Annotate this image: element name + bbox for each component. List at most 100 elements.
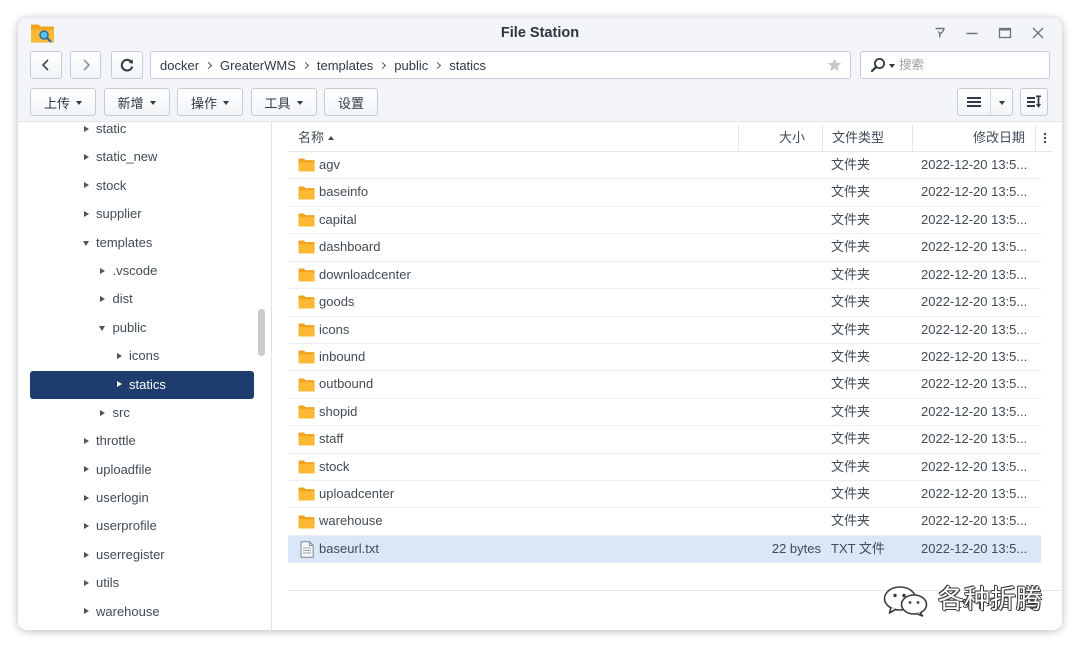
expand-arrow-icon[interactable] (100, 267, 105, 274)
collapse-arrow-icon[interactable] (99, 325, 105, 331)
view-mode-button[interactable] (957, 88, 1013, 116)
path-segment[interactable]: GreaterWMS (220, 58, 296, 73)
tree-item[interactable]: utils (30, 569, 254, 597)
search-icon[interactable] (870, 57, 886, 73)
tree-item[interactable]: stock (30, 172, 254, 200)
file-list-header: 名称 大小 文件类型 修改日期 (288, 125, 1053, 152)
caret-down-icon[interactable] (889, 64, 895, 68)
file-row[interactable]: shopid 文件夹 2022-12-20 13:5... (288, 399, 1041, 427)
expand-arrow-icon[interactable] (116, 381, 122, 388)
collapse-arrow-icon[interactable] (82, 240, 89, 246)
tree-scrollbar[interactable] (258, 309, 265, 356)
tree-item[interactable]: dist (30, 285, 254, 313)
tree-item[interactable]: templates (30, 229, 254, 257)
sort-button[interactable] (1020, 88, 1048, 116)
file-modified: 2022-12-20 13:5... (921, 486, 1028, 502)
back-button[interactable] (30, 51, 62, 79)
tree-item[interactable]: static_new (30, 143, 254, 171)
column-menu-icon[interactable] (1035, 125, 1053, 151)
create-button[interactable]: 新增 (103, 88, 170, 116)
file-size (738, 481, 822, 507)
tree-item[interactable]: userregister (30, 541, 254, 569)
file-row[interactable]: uploadcenter 文件夹 2022-12-20 13:5... (288, 481, 1041, 509)
tree-item-label: supplier (96, 206, 142, 222)
tree-item[interactable]: statics (30, 370, 254, 399)
forward-button[interactable] (70, 51, 101, 79)
tree-item[interactable]: uploadfile (30, 456, 254, 484)
list-view-button[interactable] (958, 89, 990, 115)
expand-arrow-icon[interactable] (83, 608, 89, 615)
tools-button[interactable]: 工具 (250, 88, 317, 116)
expand-arrow-icon[interactable] (83, 182, 89, 189)
tree-item[interactable]: warehouse (30, 598, 254, 626)
tree-item[interactable]: icons (30, 342, 254, 370)
file-name-cell: dashboard (288, 234, 738, 260)
column-header-size[interactable]: 大小 (738, 125, 822, 151)
file-modified: 2022-12-20 13:5... (921, 376, 1028, 392)
tree-item[interactable]: public (30, 314, 254, 342)
path-segment[interactable]: docker (160, 58, 199, 73)
close-icon[interactable] (1031, 26, 1045, 40)
view-mode-dropdown[interactable] (990, 89, 1012, 115)
expand-arrow-icon[interactable] (100, 296, 105, 303)
path-segment[interactable]: public (394, 58, 428, 73)
path-segment[interactable]: statics (449, 58, 486, 73)
file-row[interactable]: baseurl.txt 22 bytes TXT 文件 2022-12-20 13:5… (288, 535, 1041, 564)
folder-icon (298, 185, 315, 200)
chevron-right-icon (379, 61, 387, 69)
file-name-cell: inbound (288, 344, 738, 370)
file-row[interactable]: staff 文件夹 2022-12-20 13:5... (288, 426, 1041, 454)
column-header-modified[interactable]: 修改日期 (912, 125, 1035, 151)
tree-item-label: static (96, 122, 127, 136)
file-row[interactable]: inbound 文件夹 2022-12-20 13:5... (288, 344, 1041, 372)
expand-arrow-icon[interactable] (83, 466, 89, 473)
file-row[interactable]: goods 文件夹 2022-12-20 13:5... (288, 289, 1041, 317)
tree-item[interactable]: src (30, 399, 254, 427)
maximize-icon[interactable] (998, 26, 1012, 40)
file-type: 文件夹 (831, 376, 871, 392)
file-row[interactable]: agv 文件夹 2022-12-20 13:5... (288, 152, 1041, 180)
tree-item[interactable]: userlogin (30, 484, 254, 512)
expand-arrow-icon[interactable] (83, 579, 89, 586)
tree-item[interactable]: static (30, 122, 254, 143)
caret-down-icon (296, 100, 303, 105)
tree-item[interactable]: throttle (30, 427, 254, 455)
search-input[interactable]: 搜索 (860, 51, 1050, 79)
tree-item[interactable]: userprofile (30, 512, 254, 540)
favorite-star-icon[interactable] (827, 58, 842, 72)
expand-arrow-icon[interactable] (83, 494, 89, 501)
folder-icon (298, 459, 315, 474)
tree-item-label: icons (129, 348, 160, 364)
toolbar-button-label: 上传 (43, 95, 70, 111)
expand-arrow-icon[interactable] (83, 523, 89, 530)
file-row[interactable]: icons 文件夹 2022-12-20 13:5... (288, 317, 1041, 344)
file-row[interactable]: outbound 文件夹 2022-12-20 13:5... (288, 371, 1041, 399)
tree-item[interactable]: .vscode (30, 257, 254, 285)
action-button[interactable]: 操作 (177, 88, 243, 116)
path-bar[interactable]: docker GreaterWMS templates public statics (150, 51, 851, 79)
tree-item[interactable]: supplier (30, 200, 254, 228)
column-header-name[interactable]: 名称 (288, 125, 738, 151)
column-header-type[interactable]: 文件类型 (822, 125, 912, 151)
file-row[interactable]: stock 文件夹 2022-12-20 13:5... (288, 454, 1041, 482)
file-size (738, 508, 822, 534)
file-row[interactable]: baseinfo 文件夹 2022-12-20 13:5... (288, 179, 1041, 207)
expand-arrow-icon[interactable] (83, 437, 89, 444)
help-icon[interactable] (933, 26, 947, 40)
file-row[interactable]: dashboard 文件夹 2022-12-20 13:5... (288, 234, 1041, 262)
upload-button[interactable]: 上传 (30, 88, 96, 116)
expand-arrow-icon[interactable] (83, 551, 89, 558)
file-row[interactable]: warehouse 文件夹 2022-12-20 13:5... (288, 508, 1041, 536)
minimize-icon[interactable] (965, 26, 979, 40)
file-modified: 2022-12-20 13:5... (921, 540, 1028, 556)
expand-arrow-icon[interactable] (100, 409, 105, 416)
file-row[interactable]: capital 文件夹 2022-12-20 13:5... (288, 207, 1041, 235)
settings-button[interactable]: 设置 (324, 88, 378, 116)
file-row[interactable]: downloadcenter 文件夹 2022-12-20 13:5... (288, 262, 1041, 290)
expand-arrow-icon[interactable] (83, 210, 89, 217)
expand-arrow-icon[interactable] (83, 125, 89, 132)
expand-arrow-icon[interactable] (116, 352, 122, 359)
expand-arrow-icon[interactable] (83, 154, 89, 161)
refresh-button[interactable] (111, 51, 143, 79)
path-segment[interactable]: templates (317, 58, 373, 73)
